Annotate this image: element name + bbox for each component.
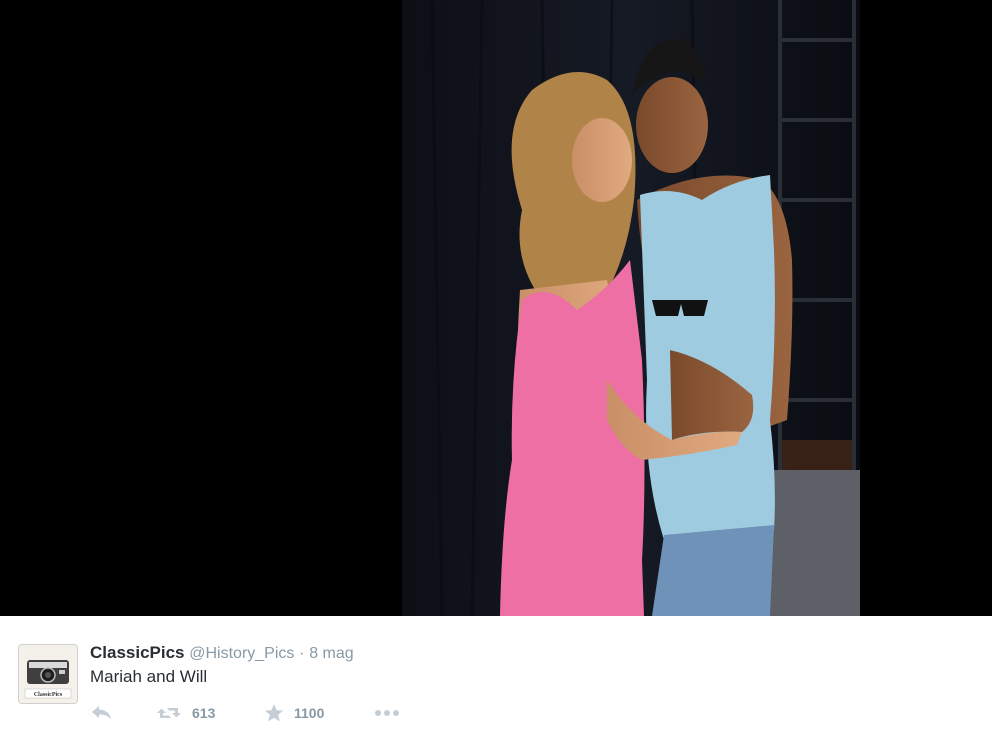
user-name[interactable]: ClassicPics [90, 643, 185, 662]
avatar[interactable]: ClassicPics [18, 644, 78, 704]
retweet-button[interactable]: 613 [156, 702, 215, 724]
camera-icon: ClassicPics [19, 645, 77, 703]
more-button[interactable] [374, 702, 400, 724]
header-separator: · [299, 645, 305, 662]
favorite-button[interactable]: 1100 [264, 702, 324, 724]
reply-icon [92, 706, 111, 719]
retweet-icon [157, 708, 181, 718]
tweet-media[interactable] [0, 0, 992, 616]
tweet-photo[interactable] [402, 0, 860, 616]
reply-button[interactable] [90, 702, 114, 724]
tweet-timestamp[interactable]: 8 mag [309, 645, 353, 662]
user-handle[interactable]: @History_Pics [189, 645, 294, 662]
favorite-count: 1100 [294, 705, 325, 721]
star-icon [264, 704, 284, 722]
tweet-header: ClassicPics @History_Pics · 8 mag [90, 643, 354, 663]
avatar-logo-text: ClassicPics [34, 692, 63, 698]
tweet-text: Mariah and Will [90, 667, 208, 686]
more-icon [375, 710, 399, 716]
retweet-count: 613 [192, 705, 216, 721]
tweet-card: ClassicPics ClassicPics @History_Pics · … [0, 616, 992, 744]
